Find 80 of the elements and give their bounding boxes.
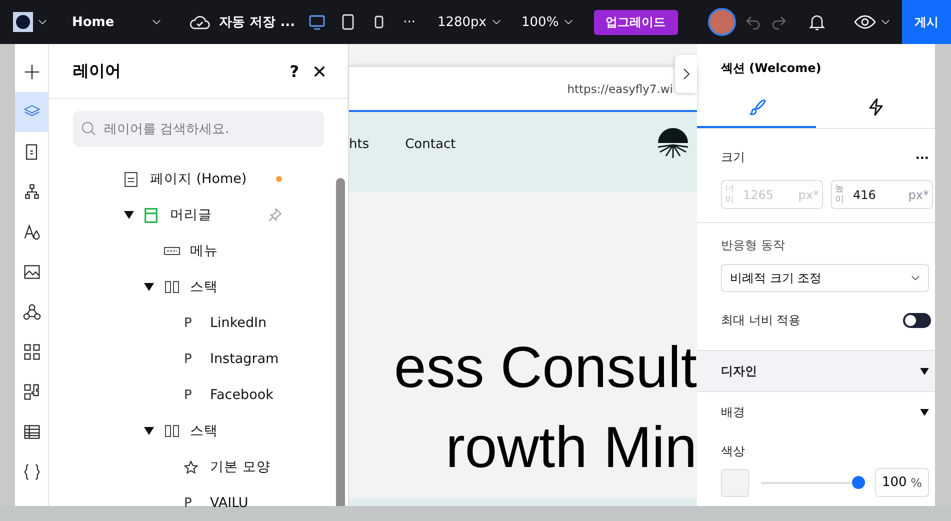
text-icon: P xyxy=(184,496,192,510)
responsive-dropdown[interactable]: 비례적 크기 조정 xyxy=(721,264,929,292)
page-selector[interactable]: Home xyxy=(72,14,114,30)
stack-icon xyxy=(164,281,180,293)
layer-item[interactable]: 스택 xyxy=(190,278,218,296)
desktop-icon[interactable] xyxy=(308,13,326,31)
nav-link[interactable]: hts xyxy=(349,136,370,152)
sunburst-logo-icon xyxy=(657,128,689,160)
apps-icon xyxy=(22,303,40,321)
search-field[interactable]: 레이어를 검색하세요. xyxy=(73,111,324,147)
section-title: 섹션 (Welcome) xyxy=(720,60,822,77)
cloud-check-icon xyxy=(189,13,212,31)
layer-item[interactable]: 머리글 xyxy=(170,206,212,224)
star-icon xyxy=(184,460,198,474)
chevron-down-icon[interactable] xyxy=(152,19,162,25)
zoom-selector[interactable]: 100% xyxy=(522,14,573,30)
text-icon: P xyxy=(184,352,192,366)
layer-item[interactable]: 페이지 (Home) xyxy=(150,170,247,188)
layer-item[interactable]: Facebook xyxy=(210,387,274,403)
collapse-arrow-icon[interactable] xyxy=(920,368,929,374)
chevron-right-icon xyxy=(682,68,690,80)
bell-icon[interactable] xyxy=(808,13,826,31)
layer-item[interactable]: 스택 xyxy=(190,422,218,440)
url-text: https://easyfly7.wi xyxy=(567,82,673,96)
add-icon xyxy=(22,63,40,81)
sitemap-icon xyxy=(22,183,40,201)
opacity-field[interactable]: 100 % xyxy=(875,468,929,497)
autosave-status: 자동 저장 ... xyxy=(219,14,296,31)
table-icon xyxy=(22,423,40,441)
page-icon xyxy=(124,172,138,186)
hero-heading: rowth Min xyxy=(446,414,697,482)
chevron-down-icon[interactable] xyxy=(38,19,47,25)
text-icon: P xyxy=(184,316,192,330)
grid-icon xyxy=(22,343,40,361)
collapse-arrow-icon[interactable] xyxy=(920,409,929,416)
layer-item[interactable]: 메뉴 xyxy=(190,242,218,260)
upgrade-button[interactable]: 업그레이드 xyxy=(594,10,678,34)
brush-icon xyxy=(748,98,766,116)
design-section-header[interactable]: 디자인 xyxy=(721,362,757,380)
help-button[interactable]: ? xyxy=(290,62,299,80)
lightning-icon xyxy=(866,98,884,116)
max-width-toggle[interactable] xyxy=(903,313,931,328)
color-swatch[interactable] xyxy=(721,468,749,496)
expand-arrow-icon[interactable] xyxy=(124,211,134,219)
theme-icon xyxy=(22,223,40,241)
pin-icon[interactable] xyxy=(268,208,282,222)
menu-icon xyxy=(164,245,180,257)
layer-item[interactable]: Instagram xyxy=(210,351,279,367)
scrollbar-thumb[interactable] xyxy=(336,178,345,506)
close-icon[interactable] xyxy=(313,64,326,78)
more-button[interactable]: ··· xyxy=(403,14,416,30)
responsive-label: 반응형 동작 xyxy=(721,237,786,254)
code-icon xyxy=(22,463,40,481)
layer-item[interactable]: LinkedIn xyxy=(210,315,267,331)
color-label: 색상 xyxy=(720,443,746,460)
expand-arrow-icon[interactable] xyxy=(144,427,154,435)
chevron-down-icon xyxy=(492,19,500,25)
expand-arrow-icon[interactable] xyxy=(144,283,154,291)
text-icon: P xyxy=(184,388,192,402)
layer-item[interactable]: VAILU xyxy=(210,495,248,511)
avatar[interactable] xyxy=(708,8,736,36)
chevron-down-icon xyxy=(911,275,920,281)
background-label[interactable]: 배경 xyxy=(721,404,745,421)
site-logo-icon[interactable] xyxy=(13,12,33,32)
panel-title: 레이어 xyxy=(73,60,122,82)
max-width-label: 최대 너비 적용 xyxy=(721,312,801,329)
header-icon xyxy=(144,208,158,222)
plugins-icon xyxy=(22,383,40,401)
nav-link[interactable]: Contact xyxy=(405,136,456,152)
stack-icon xyxy=(164,425,180,437)
hero-heading: ess Consult xyxy=(394,334,697,402)
layer-item[interactable]: 기본 모양 xyxy=(210,458,270,476)
chevron-down-icon xyxy=(564,19,573,25)
eye-icon[interactable] xyxy=(854,15,876,29)
media-icon xyxy=(22,263,40,281)
more-button[interactable]: ··· xyxy=(915,150,929,164)
width-selector[interactable]: 1280px xyxy=(437,14,500,30)
size-label: 크기 xyxy=(721,149,745,166)
publish-button[interactable]: 게시 xyxy=(902,0,951,44)
chevron-down-icon[interactable] xyxy=(880,19,890,25)
